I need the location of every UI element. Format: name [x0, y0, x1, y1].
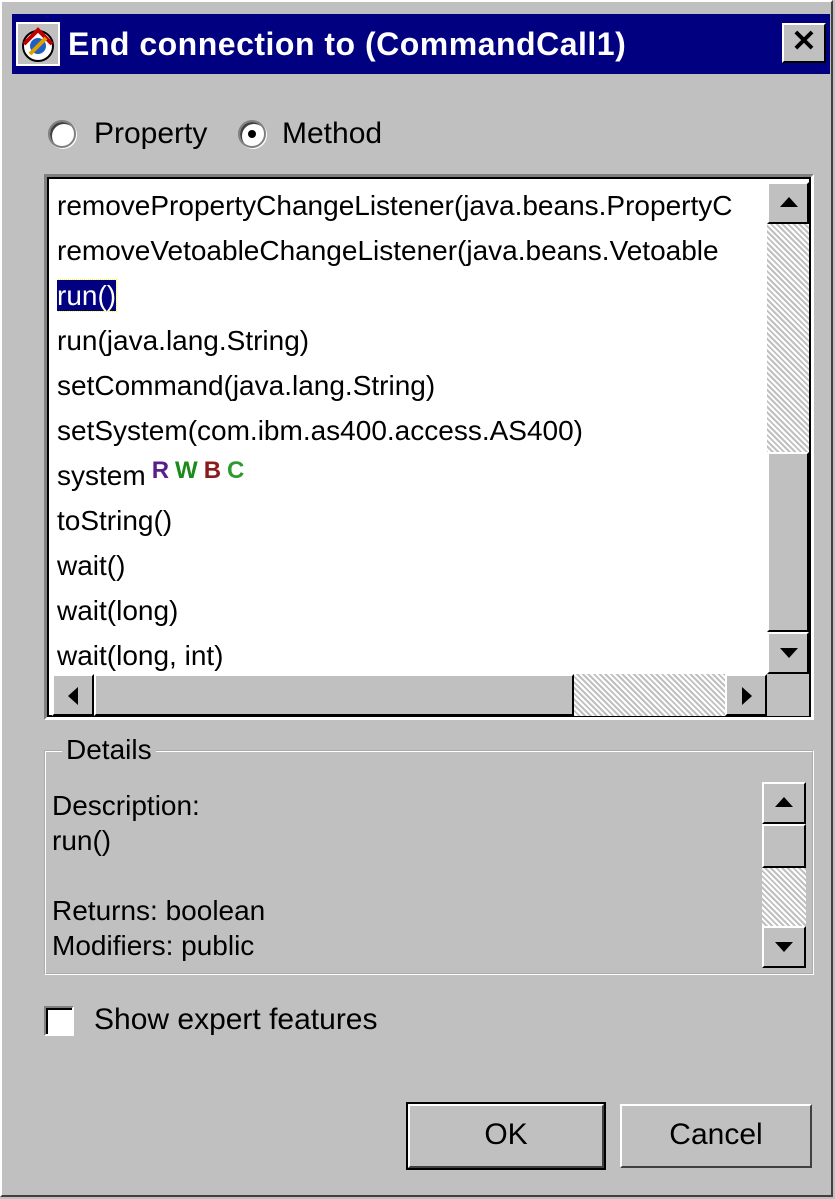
window-title: End connection to (CommandCall1) — [68, 26, 627, 62]
list-item[interactable]: removeVetoableChangeListener(java.beans.… — [57, 228, 757, 273]
list-item-label: wait() — [57, 550, 126, 581]
scrollbar-corner — [767, 674, 809, 716]
arrow-right-icon — [742, 687, 752, 705]
list-item-label: system — [57, 460, 146, 491]
bean-connection-icon — [16, 22, 60, 66]
scroll-left-button[interactable] — [52, 674, 94, 716]
cancel-button[interactable]: Cancel — [620, 1104, 812, 1168]
details-title: Details — [62, 732, 156, 768]
details-text: Description: run() Returns: boolean Modi… — [52, 788, 752, 963]
arrow-down-icon — [780, 648, 798, 658]
arrow-up-icon — [780, 197, 798, 207]
arrow-down-icon — [775, 942, 793, 952]
method-list-horizontal-scrollbar[interactable] — [52, 674, 767, 716]
list-item[interactable]: run(java.lang.String) — [57, 318, 757, 363]
list-item[interactable]: wait(long) — [57, 588, 757, 633]
radio-selected-dot — [248, 130, 256, 138]
list-item[interactable]: removePropertyChangeListener(java.beans.… — [57, 183, 757, 228]
list-item-label: setCommand(java.lang.String) — [57, 370, 436, 401]
access-badge: C — [227, 457, 245, 484]
list-item-label: wait(long, int) — [57, 640, 224, 671]
method-radio[interactable] — [238, 120, 266, 148]
list-item[interactable]: toString() — [57, 498, 757, 543]
details-line — [52, 858, 752, 893]
list-item-label: run() — [57, 279, 118, 312]
list-item-label: wait(long) — [57, 595, 179, 626]
title-bar[interactable]: End connection to (CommandCall1) ✕ — [12, 14, 830, 74]
close-icon: ✕ — [791, 25, 817, 58]
details-line: Description: — [52, 790, 200, 821]
details-scroll-thumb[interactable] — [762, 824, 806, 868]
method-list[interactable]: removePropertyChangeListener(java.beans.… — [44, 174, 814, 720]
list-item[interactable]: setSystem(com.ibm.as400.access.AS400) — [57, 408, 757, 453]
ok-button[interactable]: OK — [406, 1102, 606, 1170]
method-list-items: removePropertyChangeListener(java.beans.… — [57, 183, 757, 678]
list-item-label: removePropertyChangeListener(java.beans.… — [57, 190, 733, 221]
show-expert-label[interactable]: Show expert features — [94, 998, 378, 1042]
scroll-right-button[interactable] — [725, 674, 767, 716]
access-badge: R — [151, 457, 170, 484]
details-scroll-up-button[interactable] — [762, 782, 806, 824]
method-radio-label[interactable]: Method — [282, 112, 382, 156]
details-line: Returns: boolean — [52, 895, 266, 926]
property-radio[interactable] — [48, 120, 76, 148]
scroll-down-button[interactable] — [767, 632, 809, 674]
arrow-up-icon — [775, 797, 793, 807]
horizontal-scroll-thumb[interactable] — [94, 674, 574, 716]
list-item[interactable]: system R W B C — [57, 453, 757, 498]
list-item[interactable]: setCommand(java.lang.String) — [57, 363, 757, 408]
details-line: Modifiers: public — [52, 930, 255, 961]
details-line: run() — [52, 825, 112, 856]
list-item-label: toString() — [57, 505, 173, 536]
details-vertical-scrollbar[interactable] — [762, 782, 806, 968]
list-item-label: removeVetoableChangeListener(java.beans.… — [57, 235, 719, 266]
access-badge: B — [203, 457, 222, 484]
access-badge: W — [175, 457, 198, 484]
details-group: Details Description: run() Returns: bool… — [44, 732, 814, 975]
arrow-left-icon — [68, 687, 78, 705]
end-connection-dialog: End connection to (CommandCall1) ✕ Prope… — [0, 0, 833, 1197]
scroll-thumb[interactable] — [767, 452, 809, 632]
method-list-vertical-scrollbar[interactable] — [767, 182, 809, 674]
scroll-up-button[interactable] — [767, 182, 809, 224]
list-item[interactable]: run() — [57, 273, 757, 318]
list-item-label: setSystem(com.ibm.as400.access.AS400) — [57, 415, 583, 446]
list-item[interactable]: wait(long, int) — [57, 633, 757, 678]
show-expert-checkbox[interactable] — [44, 1006, 74, 1036]
list-item[interactable]: wait() — [57, 543, 757, 588]
property-radio-label[interactable]: Property — [94, 112, 207, 156]
details-scroll-down-button[interactable] — [762, 926, 806, 968]
list-item-label: run(java.lang.String) — [57, 325, 310, 356]
close-button[interactable]: ✕ — [782, 23, 826, 63]
